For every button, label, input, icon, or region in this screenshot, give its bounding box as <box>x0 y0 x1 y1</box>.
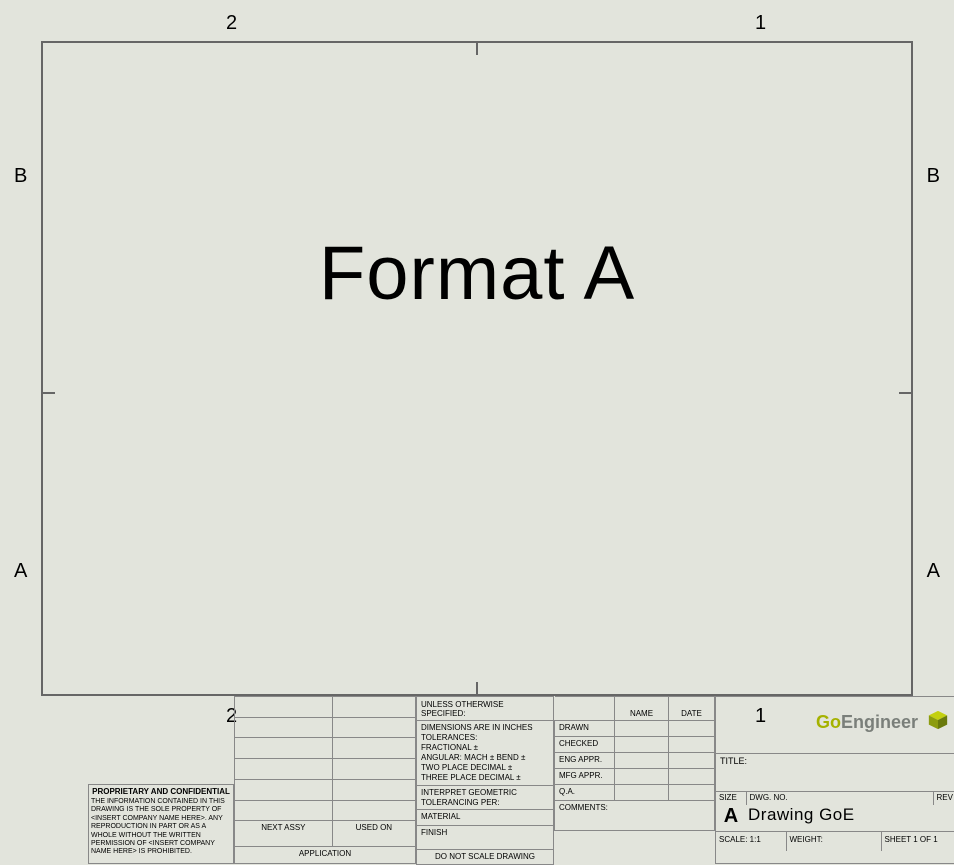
size-value: A <box>724 805 738 827</box>
cube-icon <box>927 709 949 731</box>
material-label: MATERIAL <box>417 810 554 826</box>
zone-row-b-left: B <box>14 165 27 188</box>
used-on-label: USED ON <box>332 821 415 846</box>
mfg-appr-label: MFG APPR. <box>555 769 615 785</box>
weight-label: WEIGHT: <box>786 832 881 851</box>
zone-tick <box>476 41 478 55</box>
scale-label: SCALE: 1:1 <box>716 832 786 851</box>
do-not-scale-label: DO NOT SCALE DRAWING <box>417 850 554 865</box>
title-section: GoEngineer TITLE: SIZE DWG. NO. REV A Dr… <box>715 696 954 864</box>
zone-tick <box>41 392 55 394</box>
application-label: APPLICATION <box>235 846 416 863</box>
tolerances-label: TOLERANCES: <box>421 733 477 742</box>
goengineer-logo: GoEngineer <box>816 709 949 733</box>
tol-per-label: TOLERANCING PER: <box>421 798 500 807</box>
zone-tick <box>476 682 478 696</box>
revision-block: NEXT ASSY USED ON APPLICATION <box>234 696 416 864</box>
title-row: TITLE: <box>716 753 954 791</box>
angular-label: ANGULAR: MACH ± BEND ± <box>421 753 525 762</box>
signature-block: NAME DATE DRAWN CHECKED ENG APPR. MFG AP… <box>554 696 715 826</box>
title-block: PROPRIETARY AND CONFIDENTIAL THE INFORMA… <box>88 695 913 696</box>
finish-label: FINISH <box>417 826 554 850</box>
logo-go: Go <box>816 712 841 732</box>
unless-otherwise-label: UNLESS OTHERWISE SPECIFIED: <box>417 697 554 721</box>
zone-col-2-top: 2 <box>226 12 237 35</box>
rev-label: REV <box>933 792 954 805</box>
zone-row-b-right: B <box>927 165 940 188</box>
qa-label: Q.A. <box>555 785 615 801</box>
logo-engineer: Engineer <box>841 712 918 732</box>
eng-appr-label: ENG APPR. <box>555 753 615 769</box>
proprietary-box: PROPRIETARY AND CONFIDENTIAL THE INFORMA… <box>88 784 234 864</box>
drawn-label: DRAWN <box>555 721 615 737</box>
drawing-frame <box>41 41 913 696</box>
title-label: TITLE: <box>720 756 747 766</box>
dwg-row: SIZE DWG. NO. REV A Drawing GoE <box>716 791 954 831</box>
proprietary-title: PROPRIETARY AND CONFIDENTIAL <box>91 787 231 798</box>
checked-label: CHECKED <box>555 737 615 753</box>
format-name: Format A <box>0 230 954 317</box>
bottom-row: SCALE: 1:1 WEIGHT: SHEET 1 OF 1 <box>716 831 954 851</box>
name-header: NAME <box>615 697 669 721</box>
zone-tick <box>899 392 913 394</box>
sheet-label: SHEET 1 OF 1 <box>881 832 954 851</box>
comments-label: COMMENTS: <box>555 801 715 831</box>
tolerance-block: UNLESS OTHERWISE SPECIFIED: DIMENSIONS A… <box>416 696 554 864</box>
logo-row: GoEngineer <box>716 697 954 753</box>
fractional-label: FRACTIONAL ± <box>421 743 478 752</box>
zone-col-1-top: 1 <box>755 12 766 35</box>
date-header: DATE <box>669 697 715 721</box>
zone-row-a-right: A <box>927 560 940 583</box>
two-place-label: TWO PLACE DECIMAL ± <box>421 763 512 772</box>
interpret-label: INTERPRET GEOMETRIC <box>421 788 517 797</box>
dwg-no-label: DWG. NO. <box>746 792 933 805</box>
three-place-label: THREE PLACE DECIMAL ± <box>421 773 521 782</box>
drawing-name: Drawing GoE <box>748 805 855 824</box>
next-assy-label: NEXT ASSY <box>235 821 333 846</box>
size-label: SIZE <box>716 792 746 805</box>
dims-label: DIMENSIONS ARE IN INCHES <box>421 723 533 732</box>
proprietary-body: THE INFORMATION CONTAINED IN THIS DRAWIN… <box>91 798 231 857</box>
zone-row-a-left: A <box>14 560 27 583</box>
